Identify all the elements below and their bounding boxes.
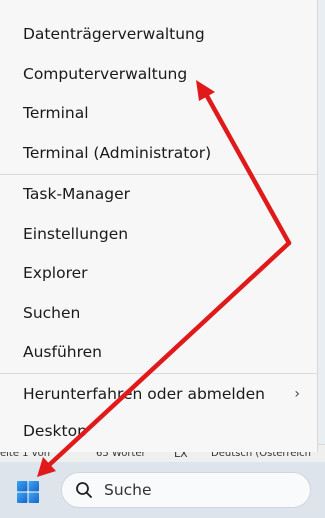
menu-item-computer-management[interactable]: Computerverwaltung bbox=[0, 55, 318, 93]
menu-item-settings[interactable]: Einstellungen bbox=[0, 215, 318, 253]
screen: eite 1 von 65 Wörter LX Deutsch (Österre… bbox=[0, 0, 325, 518]
chevron-right-icon: › bbox=[294, 386, 300, 402]
search-placeholder: Suche bbox=[104, 481, 152, 499]
menu-item-disk-management[interactable]: Datenträgerverwaltung bbox=[0, 15, 318, 53]
menu-separator bbox=[0, 373, 318, 374]
menu-item-task-manager[interactable]: Task-Manager bbox=[0, 175, 318, 213]
taskbar-search-box[interactable]: Suche bbox=[61, 472, 311, 508]
menu-item-label: Herunterfahren oder abmelden bbox=[23, 385, 265, 403]
menu-item-run[interactable]: Ausführen bbox=[0, 333, 318, 371]
menu-item-terminal-admin[interactable]: Terminal (Administrator) bbox=[0, 134, 318, 172]
windows-logo-icon bbox=[17, 481, 39, 503]
menu-item-terminal[interactable]: Terminal bbox=[0, 94, 318, 132]
quick-link-menu: Datenträgerverwaltung Computerverwaltung… bbox=[0, 0, 318, 452]
menu-item-shutdown-signout[interactable]: Herunterfahren oder abmelden › bbox=[0, 375, 318, 413]
menu-item-desktop[interactable]: Desktop bbox=[0, 412, 318, 450]
search-icon bbox=[76, 482, 92, 498]
taskbar: Suche bbox=[0, 462, 325, 518]
menu-item-explorer[interactable]: Explorer bbox=[0, 254, 318, 292]
menu-item-search[interactable]: Suchen bbox=[0, 294, 318, 332]
start-button[interactable] bbox=[8, 471, 48, 511]
